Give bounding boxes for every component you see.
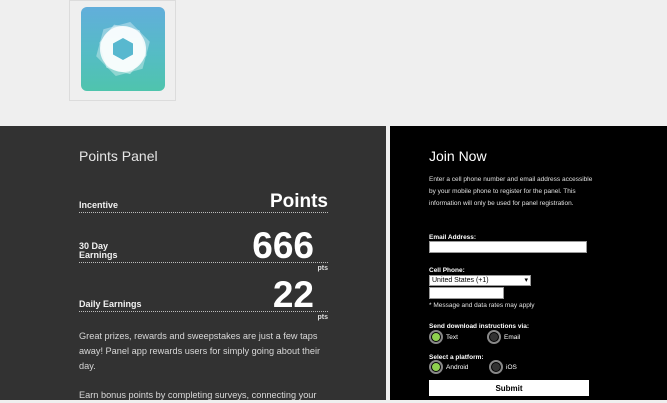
radio-android-label: Android — [446, 364, 469, 371]
stat-label: 30 Day Earnings — [79, 241, 118, 260]
join-now-section: Join Now Enter a cell phone number and e… — [390, 126, 667, 400]
stat-label: Incentive — [79, 200, 119, 210]
join-description: Enter a cell phone number and email addr… — [429, 176, 593, 207]
rates-note: * Message and data rates may apply — [429, 302, 535, 309]
radio-ios-label: iOS — [506, 364, 517, 371]
stat-row-30-day: 30 Day Earnings 666 pts — [79, 225, 328, 272]
radio-email[interactable] — [487, 330, 501, 344]
radio-text[interactable] — [429, 330, 443, 344]
phone-label: Cell Phone: — [429, 267, 465, 274]
logo-frame — [69, 0, 176, 101]
stat-label: Daily Earnings — [79, 299, 142, 309]
radio-ios[interactable] — [489, 360, 503, 374]
stat-unit: pts — [317, 265, 329, 272]
stat-value: 666 — [252, 225, 314, 266]
radio-email-label: Email — [504, 334, 521, 341]
description-paragraph-2: Earn bonus points by completing surveys,… — [79, 390, 317, 400]
join-title: Join Now — [429, 148, 487, 164]
panel-title: Points Panel — [79, 148, 158, 164]
stat-unit: pts — [317, 314, 329, 321]
radio-android[interactable] — [429, 360, 443, 374]
stat-value: 22 — [272, 274, 314, 315]
chevron-down-icon: ▾ — [524, 277, 528, 284]
email-field[interactable] — [429, 241, 587, 253]
stat-value: Points — [269, 191, 328, 212]
email-label: Email Address: — [429, 234, 477, 241]
header-area — [0, 0, 667, 126]
app-logo-icon — [81, 7, 165, 91]
radio-text-label: Text — [446, 334, 458, 341]
submit-button[interactable]: Submit — [429, 380, 589, 396]
phone-field[interactable] — [429, 287, 504, 299]
send-via-label: Send download instructions via: — [429, 323, 530, 330]
country-code-value: United States (+1) — [432, 277, 489, 284]
country-code-select[interactable]: United States (+1) ▾ — [429, 275, 531, 286]
points-panel-section: Points Panel Incentive Points 30 Day Ear… — [0, 126, 386, 400]
stat-row-incentive: Incentive Points — [79, 192, 328, 213]
description-paragraph: Great prizes, rewards and sweepstakes ar… — [79, 331, 321, 371]
stat-row-daily: Daily Earnings 22 pts — [79, 274, 328, 321]
